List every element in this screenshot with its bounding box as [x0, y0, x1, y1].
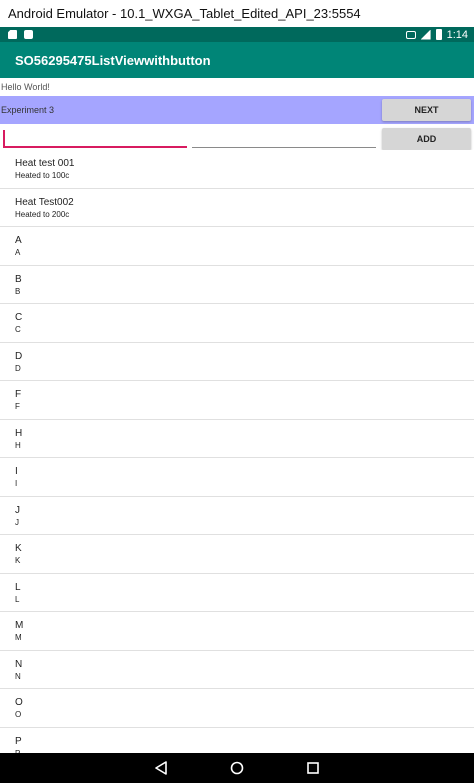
list-item-subtitle: K — [15, 556, 21, 565]
list-item-subtitle: J — [15, 517, 19, 527]
list-item[interactable]: JJ — [0, 497, 474, 535]
notification-icon — [24, 30, 33, 39]
list-item[interactable]: KK — [0, 535, 474, 574]
list-item[interactable]: CC — [0, 304, 474, 343]
list-item-title: Heat Test002 — [15, 196, 74, 208]
recents-icon — [307, 762, 319, 774]
list-item-subtitle: M — [15, 633, 22, 642]
list-item-subtitle: C — [15, 325, 21, 334]
list-item-title: F — [15, 389, 22, 400]
window-title: Android Emulator - 10.1_WXGA_Tablet_Edit… — [8, 6, 361, 21]
no-sim-icon — [405, 30, 416, 39]
list-item-title: O — [15, 697, 23, 708]
home-icon — [230, 761, 244, 775]
add-button[interactable]: ADD — [382, 128, 471, 150]
list-item[interactable]: Heat test 001 Heated to 100c — [0, 150, 474, 189]
experiment-label: Experiment 3 — [1, 105, 55, 115]
list-item-title: B — [15, 273, 22, 285]
status-bar-right: 1:14 — [401, 29, 468, 41]
home-button[interactable] — [199, 753, 275, 783]
navigation-bar — [0, 753, 474, 783]
list-item-subtitle: F — [15, 402, 20, 411]
list-item-subtitle: Heated to 200c — [15, 209, 70, 219]
list-item-title: D — [15, 350, 23, 362]
window-titlebar: Android Emulator - 10.1_WXGA_Tablet_Edit… — [0, 0, 474, 27]
emulator-window: Android Emulator - 10.1_WXGA_Tablet_Edit… — [0, 0, 474, 783]
list-item-title: Heat test 001 — [15, 158, 75, 169]
status-bar: 1:14 — [0, 27, 474, 42]
input-row: ADD — [0, 126, 474, 152]
list-item-subtitle: H — [15, 440, 21, 450]
list-item-title: J — [15, 504, 20, 516]
list-item-title: N — [15, 658, 23, 670]
app-title: SO56295475ListViewwithbutton — [15, 52, 211, 68]
list-item-subtitle: D — [15, 363, 21, 373]
app-bar: SO56295475ListViewwithbutton — [0, 42, 474, 78]
title-input[interactable] — [3, 130, 187, 148]
list-item-title: H — [15, 427, 23, 439]
list-item[interactable]: AA — [0, 227, 474, 266]
back-button[interactable] — [123, 753, 199, 783]
experiment-list[interactable]: Heat test 001 Heated to 100c Heat Test002 H… — [0, 150, 474, 753]
back-icon — [155, 761, 167, 775]
list-item-subtitle: B — [15, 286, 21, 296]
recents-button[interactable] — [275, 753, 351, 783]
sd-card-icon — [8, 30, 17, 39]
list-item-title: C — [15, 312, 23, 323]
list-item[interactable]: II — [0, 458, 474, 497]
list-item[interactable]: HH — [0, 420, 474, 458]
list-item[interactable]: LL — [0, 574, 474, 612]
list-item-title: M — [15, 620, 24, 631]
list-item-subtitle: O — [15, 710, 22, 719]
battery-icon — [435, 29, 442, 40]
list-item-subtitle: Heated to 100c — [15, 171, 70, 180]
description-input[interactable] — [192, 130, 376, 148]
next-button[interactable]: NEXT — [382, 99, 471, 121]
list-item[interactable]: NN — [0, 651, 474, 689]
list-item-title: I — [15, 466, 18, 477]
list-item[interactable]: BB — [0, 266, 474, 304]
list-item-subtitle: N — [15, 671, 21, 681]
list-item-subtitle: L — [15, 594, 20, 604]
list-item-title: A — [15, 235, 22, 246]
list-item[interactable]: PP — [0, 728, 474, 754]
list-item-subtitle: A — [15, 248, 21, 257]
list-item[interactable]: DD — [0, 343, 474, 381]
status-time: 1:14 — [446, 28, 468, 41]
list-item-title: K — [15, 543, 22, 554]
signal-icon — [420, 29, 431, 40]
list-item[interactable]: Heat Test002 Heated to 200c — [0, 189, 474, 227]
experiment-row: Experiment 3 NEXT — [0, 96, 474, 124]
list-item-title: P — [15, 735, 22, 747]
list-item-subtitle: I — [15, 479, 18, 488]
list-item[interactable]: OO — [0, 689, 474, 728]
hello-text: Hello World! — [1, 82, 50, 92]
status-bar-left — [8, 30, 40, 39]
list-item-title: L — [15, 581, 21, 593]
list-item[interactable]: FF — [0, 381, 474, 420]
list-item[interactable]: MM — [0, 612, 474, 651]
